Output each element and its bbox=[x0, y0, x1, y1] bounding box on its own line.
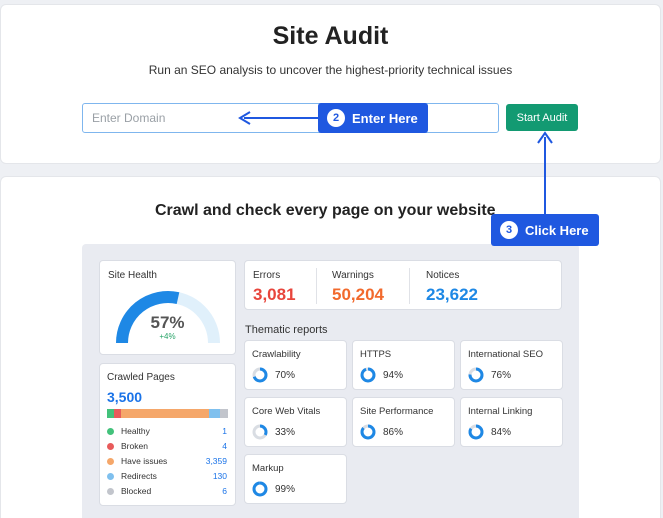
callout-enter-here: 2 Enter Here bbox=[318, 103, 428, 133]
callout-step-number: 3 bbox=[500, 221, 518, 239]
annotation-arrows bbox=[238, 111, 553, 214]
callout-label: Enter Here bbox=[352, 110, 418, 126]
callout-label: Click Here bbox=[525, 222, 589, 238]
callout-step-number: 2 bbox=[327, 109, 345, 127]
callout-click-here: 3 Click Here bbox=[491, 214, 599, 246]
